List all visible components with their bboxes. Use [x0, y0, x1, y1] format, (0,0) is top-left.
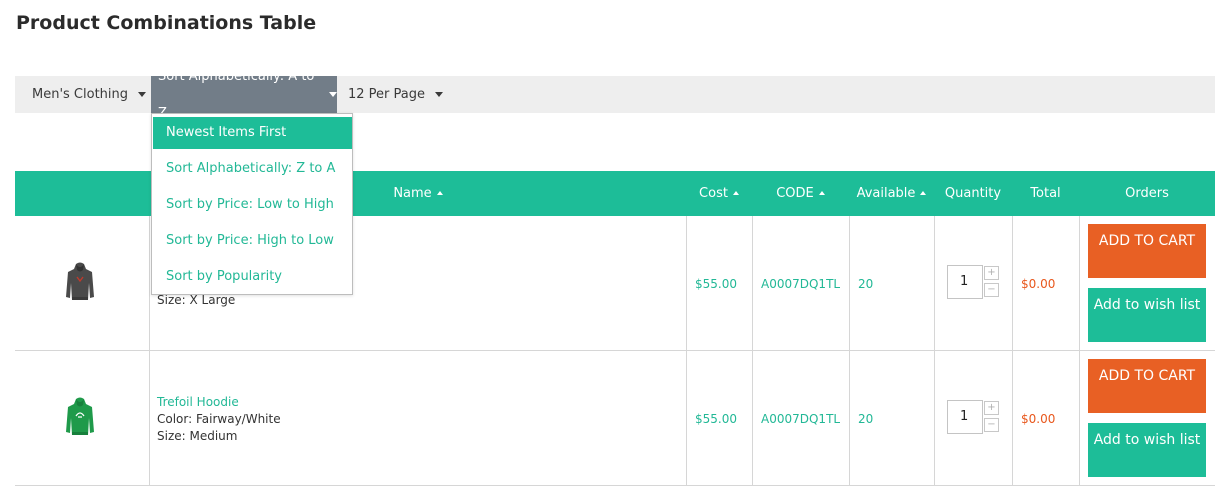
caret-down-icon: [435, 92, 443, 97]
sort-option-price-high-low[interactable]: Sort by Price: High to Low: [153, 225, 352, 257]
available-value: 20: [858, 277, 874, 291]
quantity-input[interactable]: 1: [947, 265, 983, 299]
decrement-button[interactable]: −: [984, 418, 999, 432]
product-details: Trefoil Hoodie Color: Fairway/White Size…: [157, 394, 281, 445]
add-to-wishlist-button[interactable]: Add to wish list: [1088, 423, 1206, 477]
code-value: A0007DQ1TL: [761, 412, 841, 426]
available-value: 20: [858, 412, 874, 426]
green-hoodie-icon[interactable]: [65, 396, 95, 438]
total-column-header: Total: [1012, 171, 1079, 216]
increment-button[interactable]: +: [984, 401, 999, 415]
sort-option-popularity[interactable]: Sort by Popularity: [153, 261, 352, 293]
dark-gray-hoodie-icon[interactable]: [65, 261, 95, 303]
per-page-filter-label: 12 Per Page: [348, 87, 425, 102]
sort-asc-icon: [920, 191, 927, 195]
category-filter[interactable]: Men's Clothing: [15, 76, 151, 113]
decrement-button[interactable]: −: [984, 283, 999, 297]
filter-bar: Men's Clothing Sort Alphabetically: A to…: [15, 69, 1215, 121]
add-to-cart-button[interactable]: ADD TO CART: [1088, 359, 1206, 413]
category-filter-label: Men's Clothing: [32, 87, 129, 102]
cost-column-header[interactable]: Cost: [686, 171, 752, 216]
page-title: Product Combinations Table: [16, 12, 317, 34]
caret-down-icon: [329, 92, 337, 97]
code-value: A0007DQ1TL: [761, 277, 841, 291]
cost-header-label: Cost: [699, 186, 728, 201]
caret-down-icon: [138, 92, 147, 97]
total-value: $0.00: [1021, 277, 1056, 291]
code-header-label: CODE: [776, 186, 814, 201]
sort-option-price-low-high[interactable]: Sort by Price: Low to High: [153, 189, 352, 221]
per-page-filter[interactable]: 12 Per Page: [337, 76, 447, 113]
sort-asc-icon: [732, 191, 739, 195]
name-header-label: Name: [393, 186, 432, 201]
sort-asc-icon: [436, 191, 443, 195]
sort-option-alpha-z-a[interactable]: Sort Alphabetically: Z to A: [153, 153, 352, 185]
total-value: $0.00: [1021, 412, 1056, 426]
sort-dropdown-menu: Newest Items First Sort Alphabetically: …: [151, 113, 353, 295]
increment-button[interactable]: +: [984, 266, 999, 280]
available-header-label: Available: [856, 186, 916, 201]
add-to-cart-button[interactable]: ADD TO CART: [1088, 224, 1206, 278]
quantity-header-label: Quantity: [944, 186, 1002, 201]
cost-value: $55.00: [695, 412, 737, 426]
total-header-label: Total: [1030, 186, 1061, 201]
cost-value: $55.00: [695, 277, 737, 291]
table-row: Trefoil Hoodie Color: Fairway/White Size…: [15, 351, 1215, 486]
product-color: Color: Fairway/White: [157, 412, 281, 426]
quantity-input[interactable]: 1: [947, 400, 983, 434]
product-size: Size: Medium: [157, 429, 238, 443]
product-name-link[interactable]: Trefoil Hoodie: [157, 394, 281, 411]
sort-filter[interactable]: Sort Alphabetically: A to Z: [151, 69, 337, 121]
available-column-header[interactable]: Available: [849, 171, 934, 216]
sort-asc-icon: [818, 191, 825, 195]
sort-option-newest[interactable]: Newest Items First: [153, 117, 352, 149]
orders-column-header: Orders: [1079, 171, 1215, 216]
orders-header-label: Orders: [1125, 186, 1169, 201]
quantity-column-header: Quantity: [934, 171, 1012, 216]
code-column-header[interactable]: CODE: [752, 171, 849, 216]
add-to-wishlist-button[interactable]: Add to wish list: [1088, 288, 1206, 342]
